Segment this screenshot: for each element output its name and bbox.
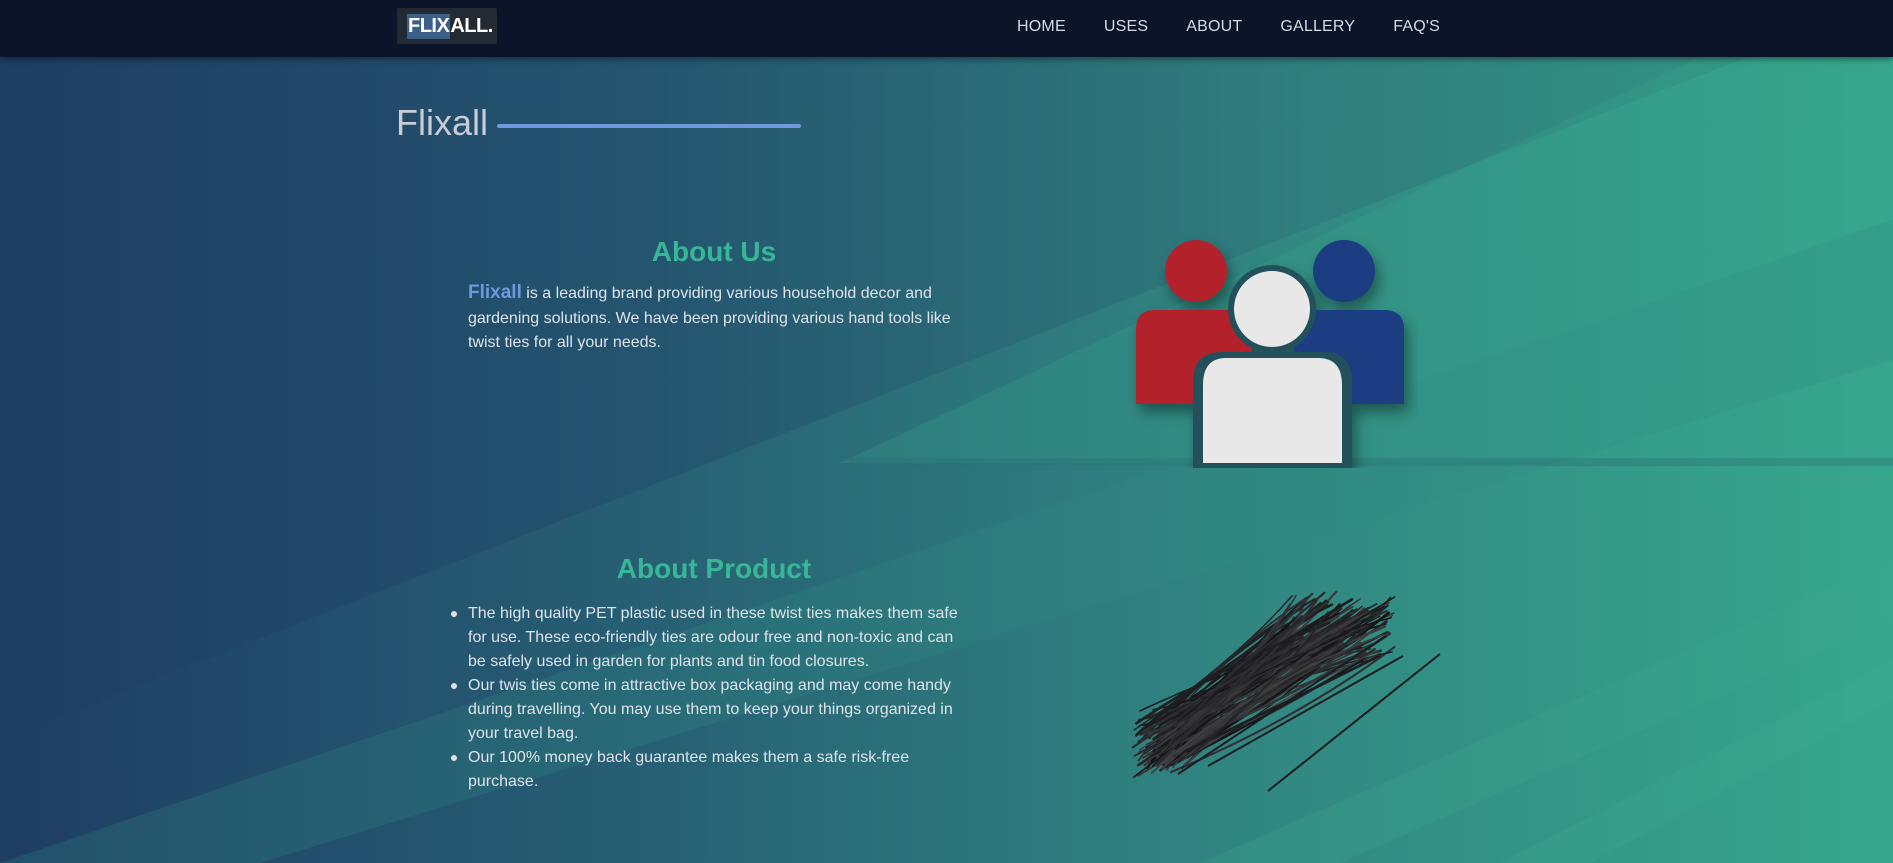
page-title: Flixall xyxy=(396,102,489,143)
about-body: is a leading brand providing various hou… xyxy=(468,285,951,351)
list-item: The high quality PET plastic used in the… xyxy=(451,602,968,674)
logo-part2: ALL. xyxy=(450,14,493,37)
about-text: Flixall is a leading brand providing var… xyxy=(468,281,964,356)
product-list: The high quality PET plastic used in the… xyxy=(451,602,968,794)
list-item-text: Our 100% money back guarantee makes them… xyxy=(468,749,910,790)
twist-ties-image xyxy=(1118,576,1448,796)
logo-part1: FLIX xyxy=(407,13,451,39)
nav-home[interactable]: HOME xyxy=(1017,18,1066,36)
list-item: Our 100% money back guarantee makes them… xyxy=(451,746,968,794)
nav-uses[interactable]: USES xyxy=(1104,18,1148,36)
people-group-icon xyxy=(1128,236,1418,468)
bullet xyxy=(451,611,457,617)
top-navbar: FLIX ALL. HOME USES ABOUT GALLERY FAQ'S xyxy=(0,0,1893,57)
about-heading: About Us xyxy=(651,236,777,267)
nav-about[interactable]: ABOUT xyxy=(1186,18,1242,36)
product-heading: About Product xyxy=(616,553,812,584)
logo[interactable]: FLIX ALL. xyxy=(397,8,497,44)
bullet xyxy=(451,755,457,761)
nav-faqs[interactable]: FAQ'S xyxy=(1393,18,1440,36)
list-item-text: The high quality PET plastic used in the… xyxy=(468,605,958,670)
list-item: Our twis ties come in attractive box pac… xyxy=(451,674,968,746)
title-underline xyxy=(497,124,801,128)
bullet xyxy=(451,683,457,689)
nav-links: HOME USES ABOUT GALLERY FAQ'S xyxy=(1017,0,1440,53)
nav-gallery[interactable]: GALLERY xyxy=(1280,18,1355,36)
about-brand: Flixall xyxy=(468,282,522,303)
list-item-text: Our twis ties come in attractive box pac… xyxy=(468,677,953,742)
